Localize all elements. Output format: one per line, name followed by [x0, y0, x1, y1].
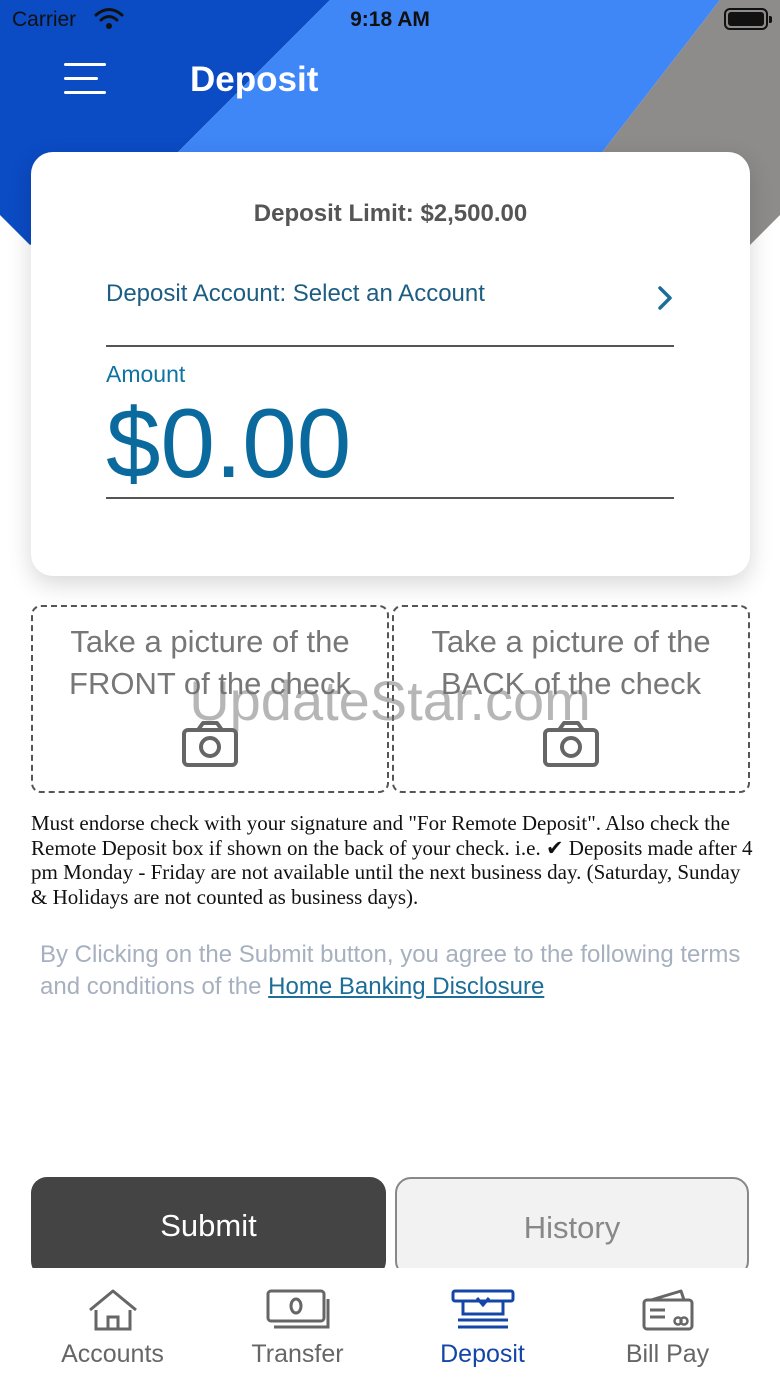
tab-transfer-label: Transfer: [251, 1340, 344, 1368]
agreement-text: By Clicking on the Submit button, you ag…: [40, 939, 750, 1003]
capture-front-label: Take a picture of the FRONT of the check: [69, 624, 351, 701]
tab-accounts-label: Accounts: [61, 1340, 164, 1368]
tab-bill-pay[interactable]: Bill Pay: [575, 1268, 760, 1387]
home-banking-disclosure-link[interactable]: Home Banking Disclosure: [268, 973, 544, 1000]
capture-front-check[interactable]: Take a picture of the FRONT of the check: [31, 605, 389, 793]
tab-bill-pay-label: Bill Pay: [625, 1340, 710, 1368]
page-title: Deposit: [190, 60, 319, 99]
submit-button[interactable]: Submit: [31, 1177, 386, 1277]
camera-icon: [182, 721, 238, 767]
camera-icon: [543, 721, 599, 767]
capture-back-label: Take a picture of the BACK of the check: [431, 624, 711, 701]
capture-back-check[interactable]: Take a picture of the BACK of the check: [392, 605, 750, 793]
deposit-account-label: Deposit Account: Select an Account: [106, 280, 485, 307]
battery-icon: [724, 8, 772, 30]
deposit-account-selector[interactable]: Deposit Account: Select an Account: [106, 272, 674, 347]
deposit-card: Deposit Limit: $2,500.00 Deposit Account…: [31, 152, 750, 576]
tab-deposit-label: Deposit: [440, 1340, 525, 1368]
tab-bar: Accounts Transfer Deposit Bill Pay: [0, 1268, 780, 1387]
chevron-right-icon: [658, 286, 672, 310]
bill-pay-card-icon: [642, 1289, 693, 1331]
tab-accounts[interactable]: Accounts: [20, 1268, 205, 1387]
deposit-icon: [451, 1289, 514, 1329]
amount-label: Amount: [106, 361, 186, 387]
history-button[interactable]: History: [395, 1177, 749, 1277]
amount-input[interactable]: $0.00: [106, 387, 674, 499]
home-icon: [88, 1289, 137, 1331]
hamburger-menu-icon[interactable]: [58, 58, 112, 102]
clock: 9:18 AM: [350, 8, 430, 31]
tab-deposit[interactable]: Deposit: [390, 1268, 575, 1387]
transfer-cash-icon: [266, 1289, 329, 1329]
status-bar: Carrier 9:18 AM: [0, 0, 780, 40]
tab-transfer[interactable]: Transfer: [205, 1268, 390, 1387]
deposit-limit: Deposit Limit: $2,500.00: [253, 200, 528, 227]
endorsement-notice: Must endorse check with your signature a…: [31, 811, 753, 909]
